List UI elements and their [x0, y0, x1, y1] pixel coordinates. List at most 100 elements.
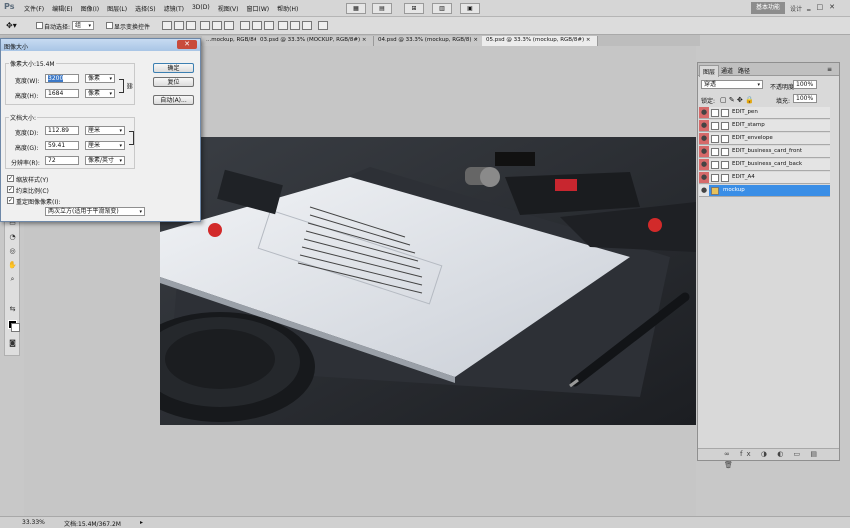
image-size-dialog: 图像大小 ✕ 像素大小:15.4M 宽度(W): 3200 像素 ▾ 高度(H):… — [0, 38, 201, 222]
width-unit-dropdown[interactable]: 像素 ▾ — [85, 74, 115, 83]
design-workspace-link[interactable]: 设计 — [790, 4, 802, 13]
layer-row[interactable]: ● EDIT_business_card_front — [699, 146, 830, 158]
doc-width-input[interactable]: 112.89 — [45, 126, 79, 135]
resolution-input[interactable]: 72 — [45, 156, 79, 165]
eye-icon[interactable]: ● — [699, 146, 709, 157]
layer-row[interactable]: ● EDIT_business_card_back — [699, 159, 830, 171]
quick-mask-icon[interactable]: ◙ — [8, 339, 17, 347]
eye-icon[interactable]: ● — [699, 172, 709, 183]
eye-icon[interactable]: ● — [699, 159, 709, 170]
minibridge-icon[interactable]: ▤ — [372, 3, 392, 14]
menu-window[interactable]: 窗口(W) — [247, 4, 270, 13]
auto-align-icon[interactable] — [318, 21, 328, 30]
dialog-titlebar[interactable]: 图像大小 ✕ — [1, 39, 200, 51]
status-arrow-icon[interactable]: ▸ — [140, 519, 143, 526]
distribute-left-icon[interactable] — [278, 21, 288, 30]
layer-row[interactable]: ● EDIT_A4 — [699, 172, 830, 184]
pixel-dims-label: 像素大小:15.4M — [9, 59, 56, 68]
show-transform-label: 显示变换控件 — [114, 24, 151, 31]
align-right-icon[interactable] — [224, 21, 234, 30]
constrain-checkbox[interactable]: ✓ — [7, 186, 14, 193]
lock-label: 锁定: — [701, 98, 716, 105]
distribute-vcenter-icon[interactable] — [252, 21, 262, 30]
align-bottom-icon[interactable] — [186, 21, 196, 30]
close-icon[interactable]: × — [362, 37, 367, 43]
doc-tab-active[interactable]: 05.psd @ 33.3% (mockup, RGB/8#) × — [482, 36, 598, 46]
close-icon[interactable]: × — [473, 37, 478, 43]
doc-height-unit-dropdown[interactable]: 厘米 ▾ — [85, 141, 125, 150]
hand-tool-icon[interactable]: ✋ — [8, 261, 17, 269]
eye-icon[interactable]: ● — [699, 120, 709, 131]
doc-width-unit-dropdown[interactable]: 厘米 ▾ — [85, 126, 125, 135]
eye-icon[interactable]: ● — [699, 185, 709, 196]
menu-file[interactable]: 文件(F) — [24, 4, 44, 13]
doc-tab[interactable]: 03.psd @ 33.3% (MOCKUP, RGB/8#) × — [256, 36, 374, 46]
screen-mode-icon[interactable]: ▣ — [460, 3, 480, 14]
menu-layer[interactable]: 图层(L) — [107, 4, 127, 13]
align-left-icon[interactable] — [200, 21, 210, 30]
menu-image[interactable]: 图像(I) — [81, 4, 99, 13]
layer-row[interactable]: ● EDIT_stamp — [699, 120, 830, 132]
zoom-level-icon[interactable]: ⊞ — [404, 3, 424, 14]
tab-paths[interactable]: 路径 — [735, 65, 753, 76]
menu-3d[interactable]: 3D(D) — [192, 4, 210, 13]
opacity-input[interactable]: 100% — [793, 80, 817, 89]
3d-orbit-icon[interactable]: ◎ — [8, 247, 17, 255]
auto-select-dropdown[interactable]: 组 ▾ — [72, 21, 94, 30]
document-canvas[interactable] — [160, 137, 696, 425]
align-top-icon[interactable] — [162, 21, 172, 30]
blend-mode-dropdown[interactable]: 穿透 ▾ — [701, 80, 763, 89]
resolution-unit-dropdown[interactable]: 像素/英寸 ▾ — [85, 156, 125, 165]
scale-styles-checkbox[interactable]: ✓ — [7, 175, 14, 182]
distribute-bottom-icon[interactable] — [264, 21, 274, 30]
zoom-tool-icon[interactable]: ⌕ — [8, 275, 17, 283]
layer-row[interactable]: ● EDIT_pen — [699, 107, 830, 119]
close-icon[interactable]: × — [586, 37, 591, 43]
doc-height-input[interactable]: 59.41 — [45, 141, 79, 150]
eye-icon[interactable]: ● — [699, 107, 709, 118]
distribute-hcenter-icon[interactable] — [290, 21, 300, 30]
distribute-right-icon[interactable] — [302, 21, 312, 30]
doc-tab-label: ...mockup, RGB/8#) — [206, 37, 261, 43]
swap-colors-icon[interactable]: ⇆ — [8, 305, 17, 313]
reset-button[interactable]: 复位 — [153, 77, 194, 87]
menu-filter[interactable]: 滤镜(T) — [164, 4, 184, 13]
distribute-top-icon[interactable] — [240, 21, 250, 30]
3d-rotate-icon[interactable]: ◔ — [8, 233, 17, 241]
menu-help[interactable]: 帮助(H) — [277, 4, 298, 13]
auto-button[interactable]: 自动(A)... — [153, 95, 194, 105]
close-icon[interactable]: ✕ — [177, 40, 197, 49]
panel-menu-icon[interactable]: ≡ — [824, 65, 835, 74]
doc-tab-label: 03.psd @ 33.3% (MOCKUP, RGB/8#) — [260, 37, 361, 43]
resample-checkbox[interactable]: ✓ — [7, 197, 14, 204]
menu-select[interactable]: 选择(S) — [135, 4, 156, 13]
lock-icons[interactable]: ▢ ✎ ✥ 🔒 — [720, 96, 754, 104]
fill-input[interactable]: 100% — [793, 94, 817, 103]
auto-select-checkbox[interactable] — [36, 22, 43, 29]
zoom-field[interactable]: 33.33% — [22, 519, 45, 526]
align-vcenter-icon[interactable] — [174, 21, 184, 30]
arrange-docs-icon[interactable]: ▥ — [432, 3, 452, 14]
eye-icon[interactable]: ● — [699, 133, 709, 144]
menu-edit[interactable]: 编辑(E) — [52, 4, 72, 13]
menu-view[interactable]: 视图(V) — [218, 4, 239, 13]
align-hcenter-icon[interactable] — [212, 21, 222, 30]
layer-row[interactable]: ● EDIT_envelope — [699, 133, 830, 145]
bridge-icon[interactable]: ▦ — [346, 3, 366, 14]
resample-method-dropdown[interactable]: 两次立方(适用于平滑渐变) ▾ — [45, 207, 145, 216]
ok-button[interactable]: 确定 — [153, 63, 194, 73]
window-controls[interactable]: ‗□✕ — [807, 3, 841, 11]
background-color-swatch[interactable] — [11, 323, 20, 332]
chevron-down-icon: ▾ — [109, 76, 112, 82]
show-transform-checkbox[interactable] — [106, 22, 113, 29]
tab-layers[interactable]: 图层 — [699, 65, 720, 77]
doc-tab[interactable]: 04.psd @ 33.3% (mockup, RGB/8) × — [374, 36, 485, 46]
width-input[interactable]: 3200 — [45, 74, 79, 83]
height-unit-dropdown[interactable]: 像素 ▾ — [85, 89, 115, 98]
tab-channels[interactable]: 通道 — [718, 65, 736, 76]
layers-footer-icons[interactable]: ∞ fx ◑ ◐ ▭ ▤ 🗑 — [698, 448, 839, 469]
workspace-button[interactable]: 基本功能 — [751, 2, 785, 14]
move-tool-icon[interactable]: ✥▾ — [6, 21, 17, 30]
layer-row-selected[interactable]: ● mockup — [699, 185, 830, 197]
height-input[interactable]: 1684 — [45, 89, 79, 98]
